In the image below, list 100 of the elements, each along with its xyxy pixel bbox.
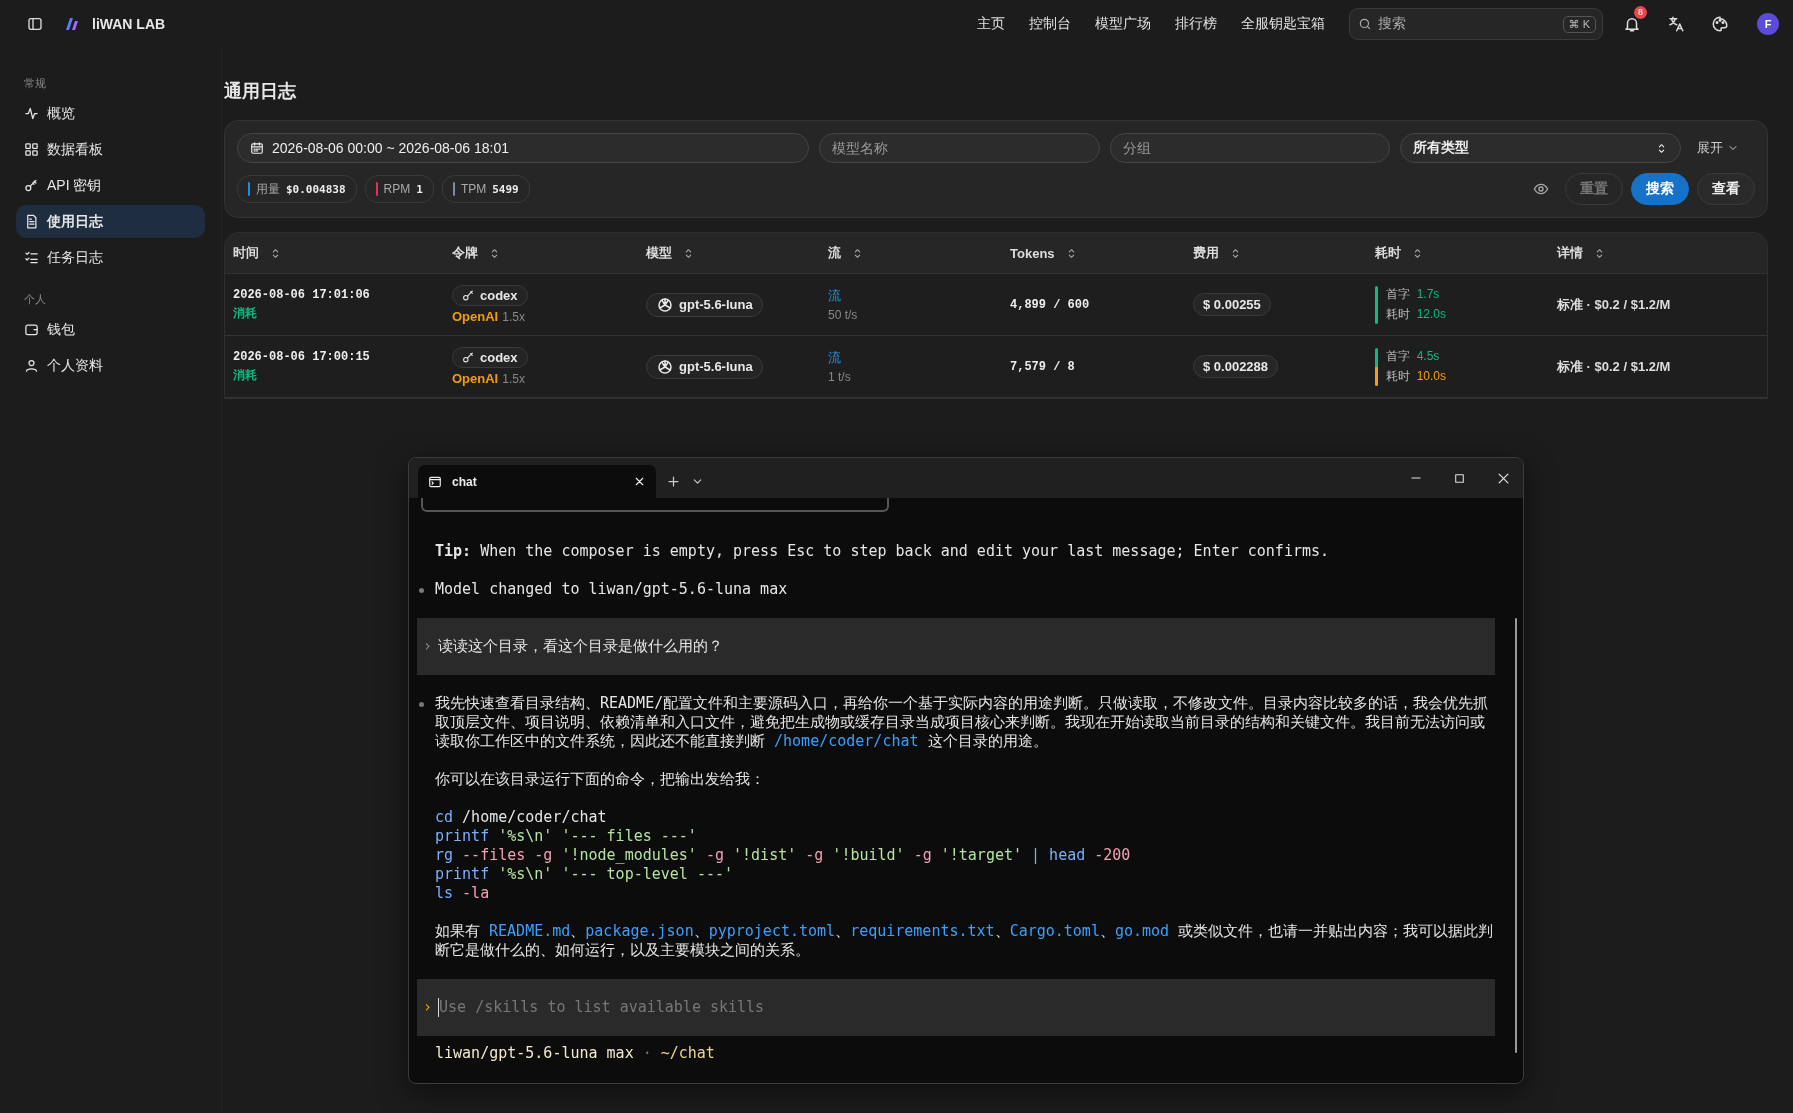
code-line: printf '%s\n' '--- files ---': [435, 827, 698, 846]
column-header[interactable]: 流: [828, 244, 841, 262]
user-icon: [24, 358, 39, 373]
time-text: 2026-08-06 17:00:15: [233, 349, 370, 364]
column-header[interactable]: 时间: [233, 244, 259, 262]
path-text: /home/coder/chat: [774, 732, 919, 750]
message-text: 你可以在该目录运行下面的命令，把输出发给我：: [435, 770, 766, 789]
timing-text: 首字 4.5s: [1386, 348, 1441, 365]
timing-text: 耗时 10.0s: [1386, 368, 1447, 385]
ratio-text: 1.5x: [502, 310, 525, 324]
sidebar-item[interactable]: 数据看板: [16, 133, 205, 166]
token-chip: codex: [452, 347, 528, 368]
plus-icon: [666, 474, 681, 489]
search-field[interactable]: 搜索 ⌘ K: [1349, 8, 1603, 40]
column-header[interactable]: 令牌: [452, 244, 478, 262]
column-header[interactable]: Tokens: [1010, 245, 1055, 261]
page-title: 通用日志: [224, 80, 297, 103]
nav-link[interactable]: 主页: [977, 11, 1005, 37]
nav-link[interactable]: 模型广场: [1095, 11, 1151, 37]
stat-pill: TPM 5499: [441, 175, 530, 203]
brand-name: liWAN LAB: [92, 16, 166, 32]
code-line: rg --files -g '!node_modules' -g '!dist' -g '!build' -g '!target' | head -200: [435, 846, 1132, 865]
message-text: 我先快速查看目录结构、README/配置文件和主要源码入口，再给你一个基于实际内容的用途判断。只做读取，不修改文件。目录内容比较多的话，我会优先抓取顶层文件、项目说明、依赖清单和入口文件，避免把生成物或缓存目录当成项目核心来判断。我现在开始读取当前目录的结构和关键文件。我目前无法访问或读取你工作区中的文件系统，因此还不能直接判断 /home/coder/chat 这个目录的用途。: [435, 694, 1490, 751]
code-line: cd /home/coder/chat: [435, 808, 608, 827]
path-text: requirements.txt: [850, 922, 995, 940]
speed-text: 50 t/s: [828, 308, 858, 322]
bullet-icon: [419, 702, 424, 707]
terminal-tab[interactable]: chat: [418, 465, 656, 498]
checklist-icon: [24, 250, 39, 265]
grid-icon: [24, 142, 39, 157]
path-text: package.json: [585, 922, 694, 940]
model-chip: gpt-5.6-luna: [646, 292, 763, 317]
stream-text: 流: [828, 287, 841, 305]
composer-field[interactable]: Use /skills to list available skills: [438, 998, 1495, 1017]
column-header[interactable]: 详情: [1557, 244, 1583, 262]
sidebar-item[interactable]: 个人资料: [16, 349, 205, 382]
token-chip: codex: [452, 285, 528, 306]
activity-icon: [24, 106, 39, 121]
column-header[interactable]: 费用: [1193, 244, 1219, 262]
notification-count: 8: [1634, 6, 1647, 19]
type-select[interactable]: 所有类型: [1400, 133, 1681, 163]
user-avatar[interactable]: F: [1757, 13, 1779, 35]
detail-text: 标准 · $0.2 / $1.2/M: [1557, 295, 1671, 314]
path-text: Cargo.toml: [1009, 922, 1100, 940]
terminal-icon: [428, 474, 442, 489]
calendar-icon: [250, 141, 264, 155]
path-text: go.mod: [1114, 922, 1170, 940]
detail-text: 标准 · $0.2 / $1.2/M: [1557, 357, 1671, 376]
key-icon: [462, 289, 475, 302]
sidebar-item[interactable]: 使用日志: [16, 205, 205, 238]
message-text: 如果有 README.md、package.json、pyproject.toml、requirements.txt、Cargo.toml、go.mod 或类似文件，也请一并贴出内容；我可以据此判断它是做什么的、如何运行，以及主要模块之间的关系。: [435, 922, 1495, 960]
bullet-icon: [419, 588, 424, 593]
search-icon: [1358, 17, 1372, 31]
sidebar-item[interactable]: 钱包: [16, 313, 205, 346]
timing-text: 首字 1.7s: [1386, 286, 1441, 303]
document-icon: [24, 214, 39, 229]
tip-text: Tip: When the composer is empty, press Esc to step back and edit your last message; Enter confirms.: [434, 542, 1331, 561]
translate-icon: [1667, 15, 1685, 33]
nav-link[interactable]: 排行榜: [1175, 11, 1217, 37]
user-message-text: 读读这个目录，看这个目录是做什么用的？: [438, 637, 724, 656]
sidebar-item[interactable]: 概览: [16, 97, 205, 130]
palette-icon: [1711, 15, 1729, 33]
tokens-text: 4,899 / 600: [1010, 297, 1090, 312]
visibility-toggle[interactable]: [1533, 181, 1549, 197]
type-text: 消耗: [233, 304, 257, 322]
path-text: ~/chat: [660, 1044, 715, 1063]
time-text: 2026-08-06 17:01:06: [233, 287, 370, 302]
group-field[interactable]: 分组: [1109, 133, 1391, 163]
cost-chip: $ 0.00255: [1193, 293, 1271, 316]
bell-icon: [1623, 15, 1641, 33]
ratio-text: 1.5x: [502, 372, 525, 386]
notification-button[interactable]: 8: [1617, 9, 1647, 39]
section-heading: 常规: [23, 76, 47, 91]
prompt-marker: ›: [423, 637, 433, 656]
path-text: pyproject.toml: [708, 922, 836, 940]
sidebar-item[interactable]: API 密钥: [16, 169, 205, 202]
expand-button[interactable]: 展开: [1691, 139, 1755, 157]
type-text: 消耗: [233, 366, 257, 384]
message-text: Model changed to liwan/gpt-5.6-luna max: [435, 580, 789, 599]
nav-link[interactable]: 全服钥匙宝箱: [1241, 11, 1325, 37]
nav-link[interactable]: 控制台: [1029, 11, 1071, 37]
column-header[interactable]: 模型: [646, 244, 672, 262]
action-button[interactable]: 查看: [1697, 173, 1755, 205]
swirl-icon: [656, 357, 674, 376]
sidebar-item[interactable]: 任务日志: [16, 241, 205, 274]
stat-pill: 用量 $0.004838: [237, 175, 357, 203]
shortcut-hint: ⌘ K: [1562, 15, 1596, 33]
column-header[interactable]: 耗时: [1375, 244, 1401, 262]
section-heading: 个人: [23, 292, 47, 307]
composer-box[interactable]: › Use /skills to list available skills: [417, 979, 1495, 1036]
date-range-field[interactable]: 2026-08-06 00:00 ~ 2026-08-06 18:01: [237, 133, 810, 163]
group-text: OpenAI: [452, 371, 499, 386]
code-line: printf '%s\n' '--- top-level ---': [435, 865, 735, 884]
key-icon: [462, 351, 475, 364]
eye-icon: [1533, 181, 1549, 197]
swirl-icon: [656, 295, 674, 314]
model-name-field[interactable]: 模型名称: [819, 133, 1100, 163]
action-button[interactable]: 搜索: [1631, 173, 1689, 205]
path-text: README.md: [489, 922, 571, 940]
model-chip: gpt-5.6-luna: [646, 354, 763, 379]
